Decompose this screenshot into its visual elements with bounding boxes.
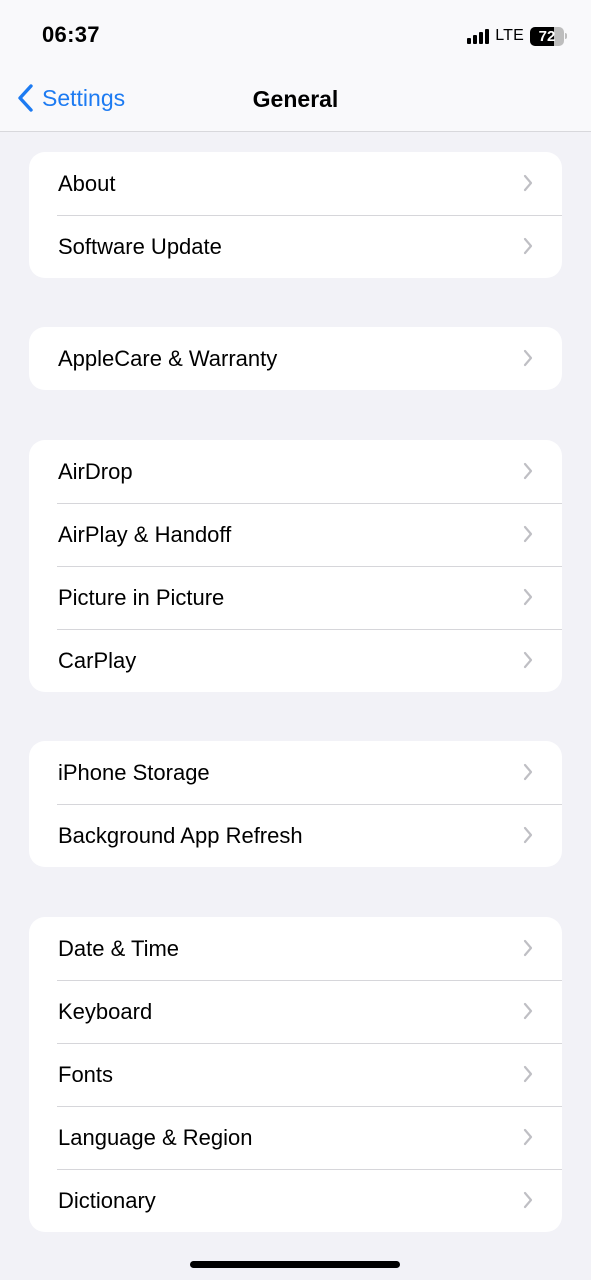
chevron-right-icon [523, 349, 533, 367]
settings-row-airdrop[interactable]: AirDrop [29, 440, 562, 503]
settings-row-label: AppleCare & Warranty [58, 345, 278, 371]
settings-row-label: iPhone Storage [58, 759, 210, 785]
settings-row-background-app-refresh[interactable]: Background App Refresh [29, 804, 562, 867]
battery-percent: 72 [538, 27, 556, 45]
status-time: 06:37 [42, 22, 100, 47]
chevron-right-icon [523, 1128, 533, 1146]
chevron-right-icon [523, 174, 533, 192]
settings-row-label: Software Update [58, 233, 222, 259]
settings-row-carplay[interactable]: CarPlay [29, 629, 562, 692]
settings-row-label: AirPlay & Handoff [58, 521, 232, 547]
settings-row-software-update[interactable]: Software Update [29, 215, 562, 278]
settings-row-label: Dictionary [58, 1187, 156, 1213]
settings-row-dictionary[interactable]: Dictionary [29, 1169, 562, 1232]
settings-row-label: Language & Region [58, 1124, 253, 1150]
chevron-right-icon [523, 651, 533, 669]
home-indicator[interactable] [190, 1261, 400, 1268]
settings-row-keyboard[interactable]: Keyboard [29, 980, 562, 1043]
chevron-right-icon [523, 462, 533, 480]
settings-row-label: Background App Refresh [58, 822, 303, 848]
settings-row-label: CarPlay [58, 647, 137, 673]
settings-group: Date & Time Keyboard Fonts Language & Regio… [29, 917, 562, 1232]
settings-row-language-and-region[interactable]: Language & Region [29, 1106, 562, 1169]
chevron-right-icon [523, 237, 533, 255]
battery-icon: 72 [530, 26, 567, 46]
settings-row-label: Date & Time [58, 935, 180, 961]
chevron-right-icon [523, 1002, 533, 1020]
settings-row-label: Picture in Picture [58, 584, 225, 610]
settings-row-label: AirDrop [58, 458, 133, 484]
status-bar: 06:37 LTE 72 [0, 0, 591, 62]
chevron-right-icon [523, 1065, 533, 1083]
settings-row-airplay-and-handoff[interactable]: AirPlay & Handoff [29, 503, 562, 566]
chevron-right-icon [523, 939, 533, 957]
status-indicators: LTE 72 [467, 24, 567, 48]
settings-group: AirDrop AirPlay & Handoff Picture in Pictu… [29, 440, 562, 692]
navigation-bar: Settings General [0, 62, 591, 132]
settings-group: About Software Update [29, 152, 562, 278]
settings-row-fonts[interactable]: Fonts [29, 1043, 562, 1106]
network-type: LTE [495, 27, 524, 44]
chevron-right-icon [523, 588, 533, 606]
settings-row-label: About [58, 170, 116, 196]
chevron-right-icon [523, 763, 533, 781]
settings-row-date-and-time[interactable]: Date & Time [29, 917, 562, 980]
settings-row-about[interactable]: About [29, 152, 562, 215]
chevron-right-icon [523, 525, 533, 543]
settings-row-iphone-storage[interactable]: iPhone Storage [29, 741, 562, 804]
page-title: General [252, 86, 339, 112]
settings-group: AppleCare & Warranty [29, 327, 562, 390]
settings-group: iPhone Storage Background App Refresh [29, 741, 562, 867]
settings-row-picture-in-picture[interactable]: Picture in Picture [29, 566, 562, 629]
settings-row-applecare-and-warranty[interactable]: AppleCare & Warranty [29, 327, 562, 390]
chevron-right-icon [523, 1191, 533, 1209]
settings-row-label: Keyboard [58, 998, 153, 1024]
chevron-right-icon [523, 826, 533, 844]
cellular-signal-icon [467, 28, 490, 44]
settings-row-label: Fonts [58, 1061, 114, 1087]
